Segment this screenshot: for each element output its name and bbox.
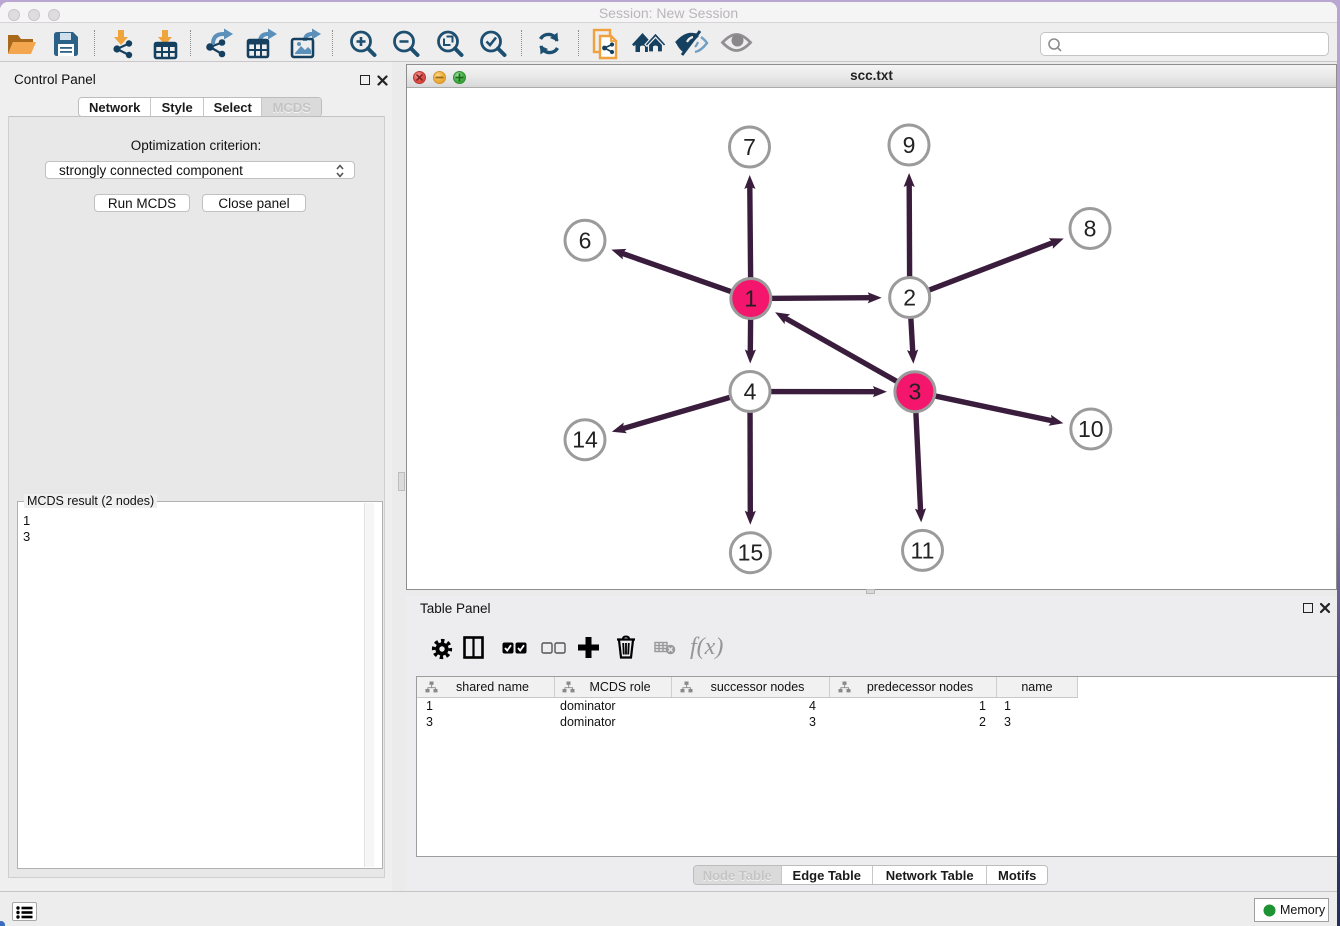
svg-text:7: 7 <box>743 134 756 160</box>
svg-text:8: 8 <box>1084 216 1097 242</box>
svg-text:10: 10 <box>1078 416 1104 442</box>
svg-text:6: 6 <box>579 227 592 253</box>
svg-text:1: 1 <box>744 286 757 312</box>
svg-text:14: 14 <box>572 427 598 453</box>
svg-text:11: 11 <box>911 537 935 563</box>
svg-text:15: 15 <box>738 540 764 566</box>
svg-text:4: 4 <box>744 379 757 405</box>
svg-text:3: 3 <box>909 379 922 405</box>
svg-text:9: 9 <box>903 132 916 158</box>
svg-text:2: 2 <box>903 285 916 311</box>
